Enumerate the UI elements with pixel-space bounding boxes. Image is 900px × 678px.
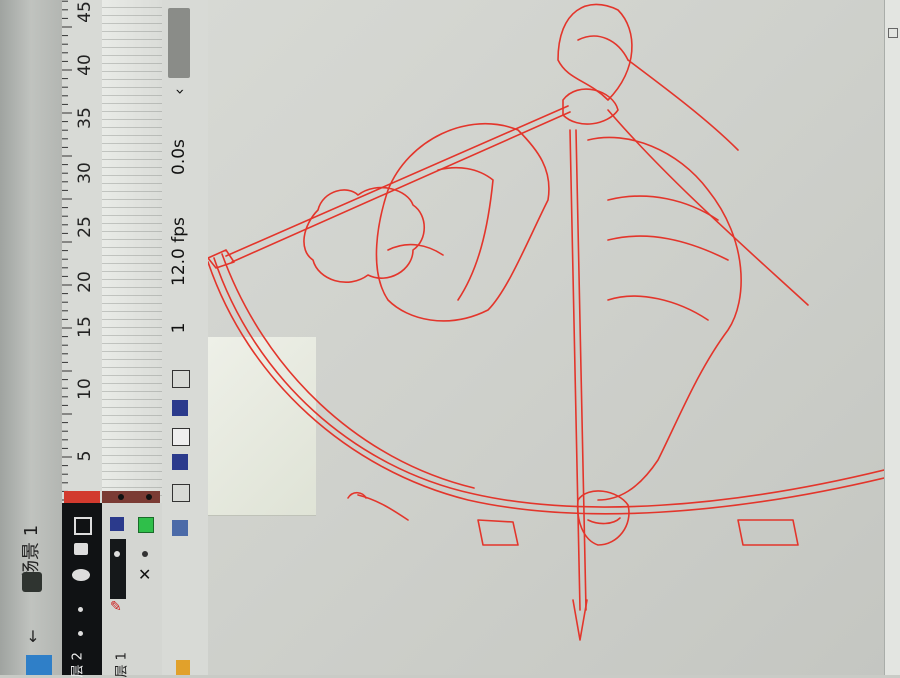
timeline-ruler[interactable]: 5 10 15 20 25 30 35 40 45 (62, 0, 103, 503)
ruler-tick-20: 20 (75, 271, 95, 293)
scene-label: 场景 1 (21, 524, 42, 578)
visible-dot[interactable] (114, 551, 120, 557)
elapsed-time: 0.0s (169, 139, 189, 175)
layer-row-dark[interactable] (110, 539, 126, 599)
onion-outline-icon[interactable] (172, 428, 190, 446)
x-icon[interactable]: ✕ (138, 567, 154, 583)
ruler-tick-45: 45 (75, 1, 95, 23)
layer-2-label[interactable]: 层 2 (67, 638, 86, 677)
frames-grid[interactable] (102, 0, 163, 503)
ruler-tick-35: 35 (75, 107, 95, 129)
fps-readout[interactable]: 12.0 fps (169, 204, 189, 286)
scene-selector[interactable] (26, 655, 52, 675)
stage-drawing[interactable] (208, 0, 884, 675)
keyframe-dot (146, 494, 152, 500)
edit-scene-icon[interactable] (22, 572, 42, 592)
back-arrow-icon[interactable]: ↓ (24, 628, 42, 646)
ruler-tick-15: 15 (75, 316, 95, 338)
layer-folder-icon[interactable] (176, 660, 190, 675)
center-frame-icon[interactable] (172, 370, 190, 388)
onion-markers-icon[interactable] (172, 484, 190, 502)
scroll-up-icon[interactable] (888, 28, 898, 38)
timeline-status-bar: ‹ 0.0s 12.0 fps 1 (162, 0, 210, 675)
ruler-tick-40: 40 (75, 54, 95, 76)
edit-multiple-frames-icon[interactable] (172, 454, 188, 470)
playhead[interactable] (64, 491, 100, 503)
keyframe-row[interactable] (102, 491, 160, 503)
scroll-arrow[interactable]: ‹ (170, 79, 189, 105)
add-layer-icon[interactable] (172, 520, 188, 536)
scene-label-wrapper[interactable]: 场景 1 (4, 515, 56, 578)
ruler-tick-5: 5 (75, 450, 95, 462)
ruler-tick-10: 10 (75, 378, 95, 400)
lock-icon[interactable] (74, 543, 88, 555)
layer-visibility-column: 层 2 (62, 503, 102, 678)
scene-bar: 场景 1 ↓ (0, 0, 62, 675)
layer-color-swatch[interactable] (110, 517, 124, 531)
stage-scrollbar[interactable] (884, 0, 900, 675)
keyframe-dot (118, 494, 124, 500)
visible-dot[interactable] (142, 551, 148, 557)
layer-1-label[interactable]: 层 1 (111, 638, 130, 677)
visible-dot[interactable] (78, 607, 83, 612)
layer-controls-column: ✎ ✕ 层 1 (102, 503, 162, 678)
layer-color-swatch-green[interactable] (138, 517, 154, 533)
ruler-tick-25: 25 (75, 216, 95, 238)
pencil-icon[interactable]: ✎ (110, 599, 126, 615)
current-frame: 1 (169, 322, 189, 334)
scrollbar-thumb[interactable] (168, 8, 190, 78)
ruler-tick-30: 30 (75, 162, 95, 184)
outline-icon[interactable] (74, 517, 92, 535)
visible-dot[interactable] (78, 631, 83, 636)
onion-skin-icon[interactable] (172, 400, 188, 416)
eye-icon[interactable] (72, 569, 90, 581)
